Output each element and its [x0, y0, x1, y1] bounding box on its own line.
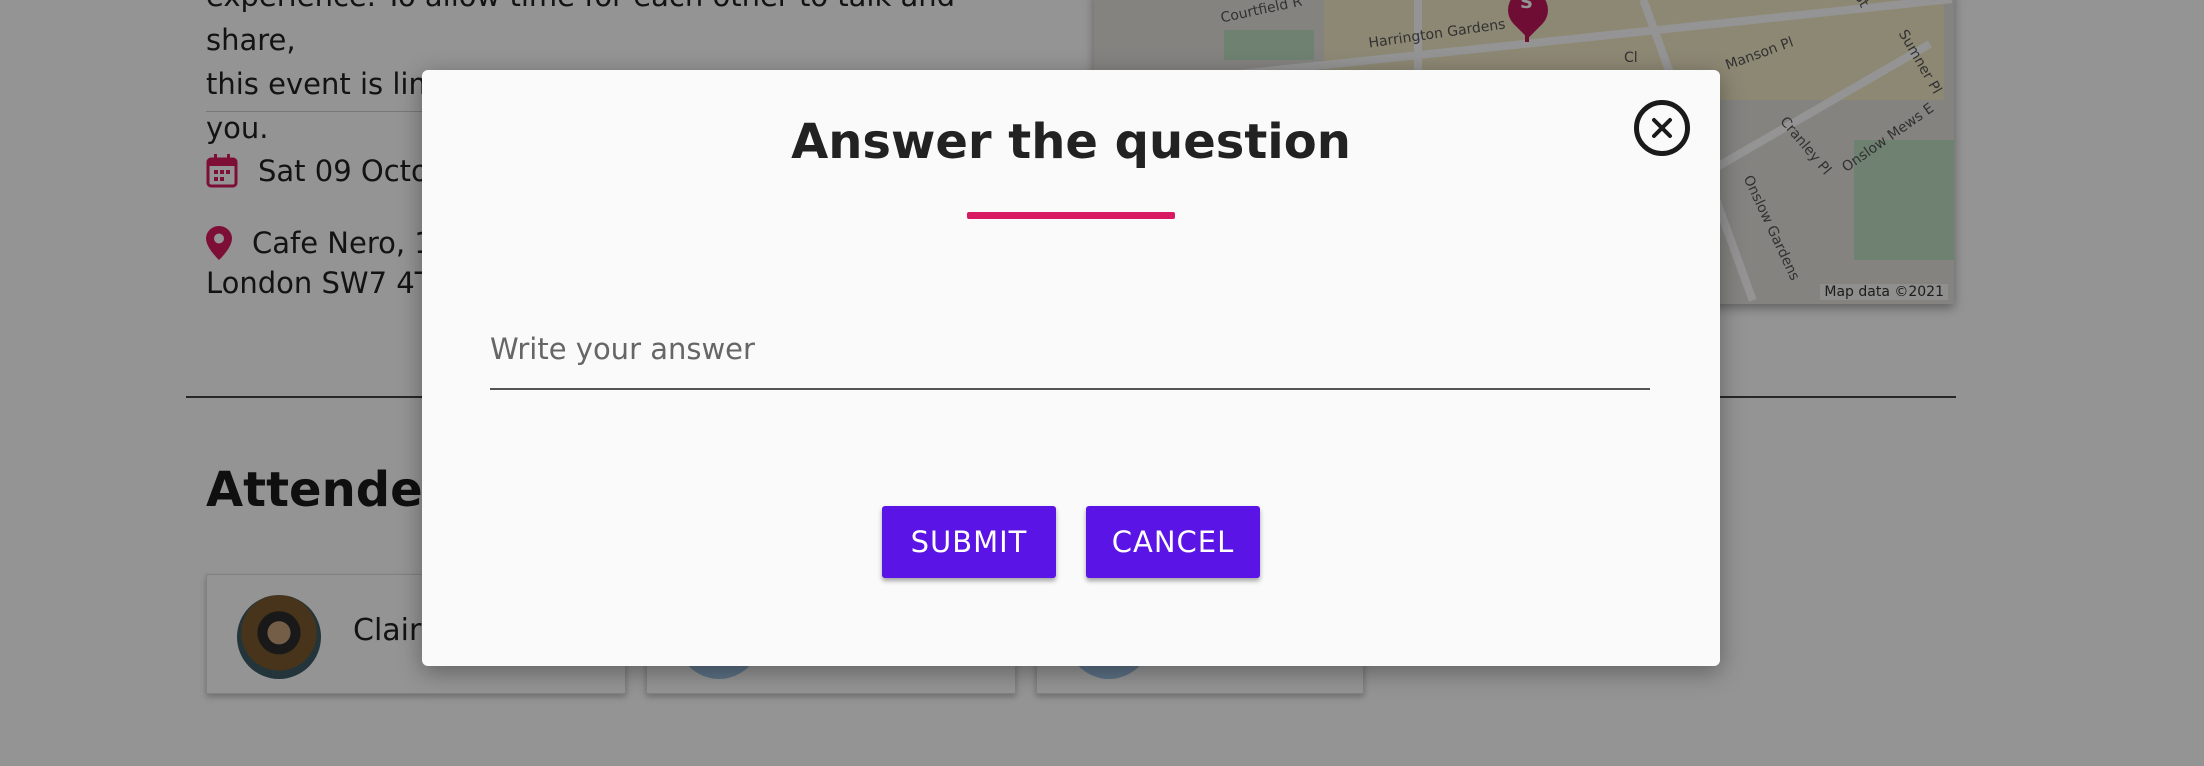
answer-dialog: Answer the question SUBMIT CANCEL: [422, 70, 1720, 666]
dialog-title: Answer the question: [791, 114, 1351, 170]
close-button[interactable]: [1634, 100, 1690, 156]
title-underline: [967, 212, 1175, 219]
cancel-button[interactable]: CANCEL: [1086, 506, 1260, 578]
submit-button[interactable]: SUBMIT: [882, 506, 1056, 578]
close-icon: [1652, 118, 1672, 138]
answer-input[interactable]: [490, 318, 1650, 390]
